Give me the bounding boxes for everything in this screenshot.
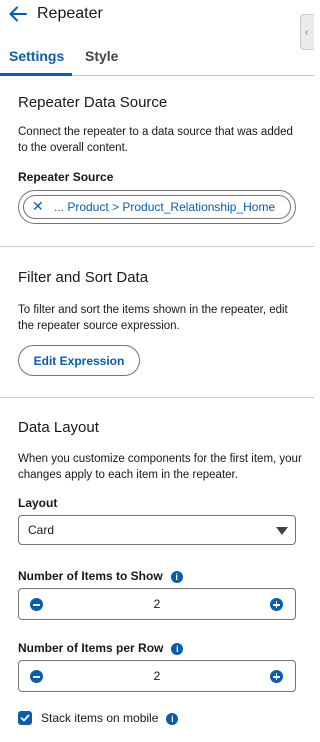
plus-circle-icon[interactable] (270, 670, 283, 683)
info-icon[interactable]: i (166, 713, 179, 725)
repeater-source-value: ... Product > Product_Relationship_Home (54, 200, 276, 214)
items-to-show-label-row: Number of Items to Show i (18, 569, 183, 583)
tab-settings[interactable]: Settings (9, 48, 64, 64)
repeater-source-pill: ✕ ... Product > Product_Relationship_Hom… (23, 195, 291, 219)
filter-sort-heading: Filter and Sort Data (18, 269, 149, 286)
layout-select-value: Card (28, 523, 55, 537)
section-divider (0, 246, 314, 247)
filter-sort-description: To filter and sort the items shown in th… (18, 304, 288, 332)
plus-circle-icon[interactable] (270, 598, 283, 611)
active-tab-indicator (0, 73, 72, 76)
info-icon[interactable]: i (171, 643, 184, 655)
caret-down-icon (276, 527, 288, 535)
panel-header: Repeater ‹ (0, 0, 314, 50)
data-source-description: Connect the repeater to a data source th… (18, 126, 293, 154)
tab-bar: Settings Style (0, 44, 314, 76)
items-per-row-stepper: 2 (18, 660, 296, 692)
items-per-row-label-row: Number of Items per Row i (18, 641, 184, 655)
layout-label: Layout (18, 496, 58, 510)
items-to-show-label: Number of Items to Show (18, 569, 163, 583)
repeater-source-label: Repeater Source (18, 170, 114, 184)
items-per-row-label: Number of Items per Row (18, 641, 164, 655)
check-icon (20, 714, 30, 722)
items-per-row-input[interactable]: 2 (19, 669, 295, 683)
info-icon[interactable]: i (170, 571, 183, 583)
arrow-left-icon[interactable] (9, 6, 27, 22)
section-divider (0, 397, 314, 398)
chevron-left-icon: ‹ (305, 27, 309, 38)
stack-mobile-label-row: Stack items on mobile i (41, 711, 179, 725)
stack-mobile-label[interactable]: Stack items on mobile (41, 711, 158, 725)
repeater-source-field[interactable]: ✕ ... Product > Product_Relationship_Hom… (18, 190, 296, 224)
panel-title: Repeater (37, 5, 103, 22)
data-layout-description: When you customize components for the fi… (18, 453, 302, 481)
layout-select[interactable]: Card (18, 515, 296, 545)
items-to-show-stepper: 2 (18, 588, 296, 620)
tab-style[interactable]: Style (85, 48, 118, 64)
edit-expression-button[interactable]: Edit Expression (18, 345, 140, 376)
items-to-show-input[interactable]: 2 (19, 597, 295, 611)
close-icon[interactable]: ✕ (32, 198, 44, 215)
data-source-heading: Repeater Data Source (18, 94, 168, 111)
stack-mobile-checkbox[interactable] (18, 711, 32, 725)
data-layout-heading: Data Layout (18, 419, 99, 436)
